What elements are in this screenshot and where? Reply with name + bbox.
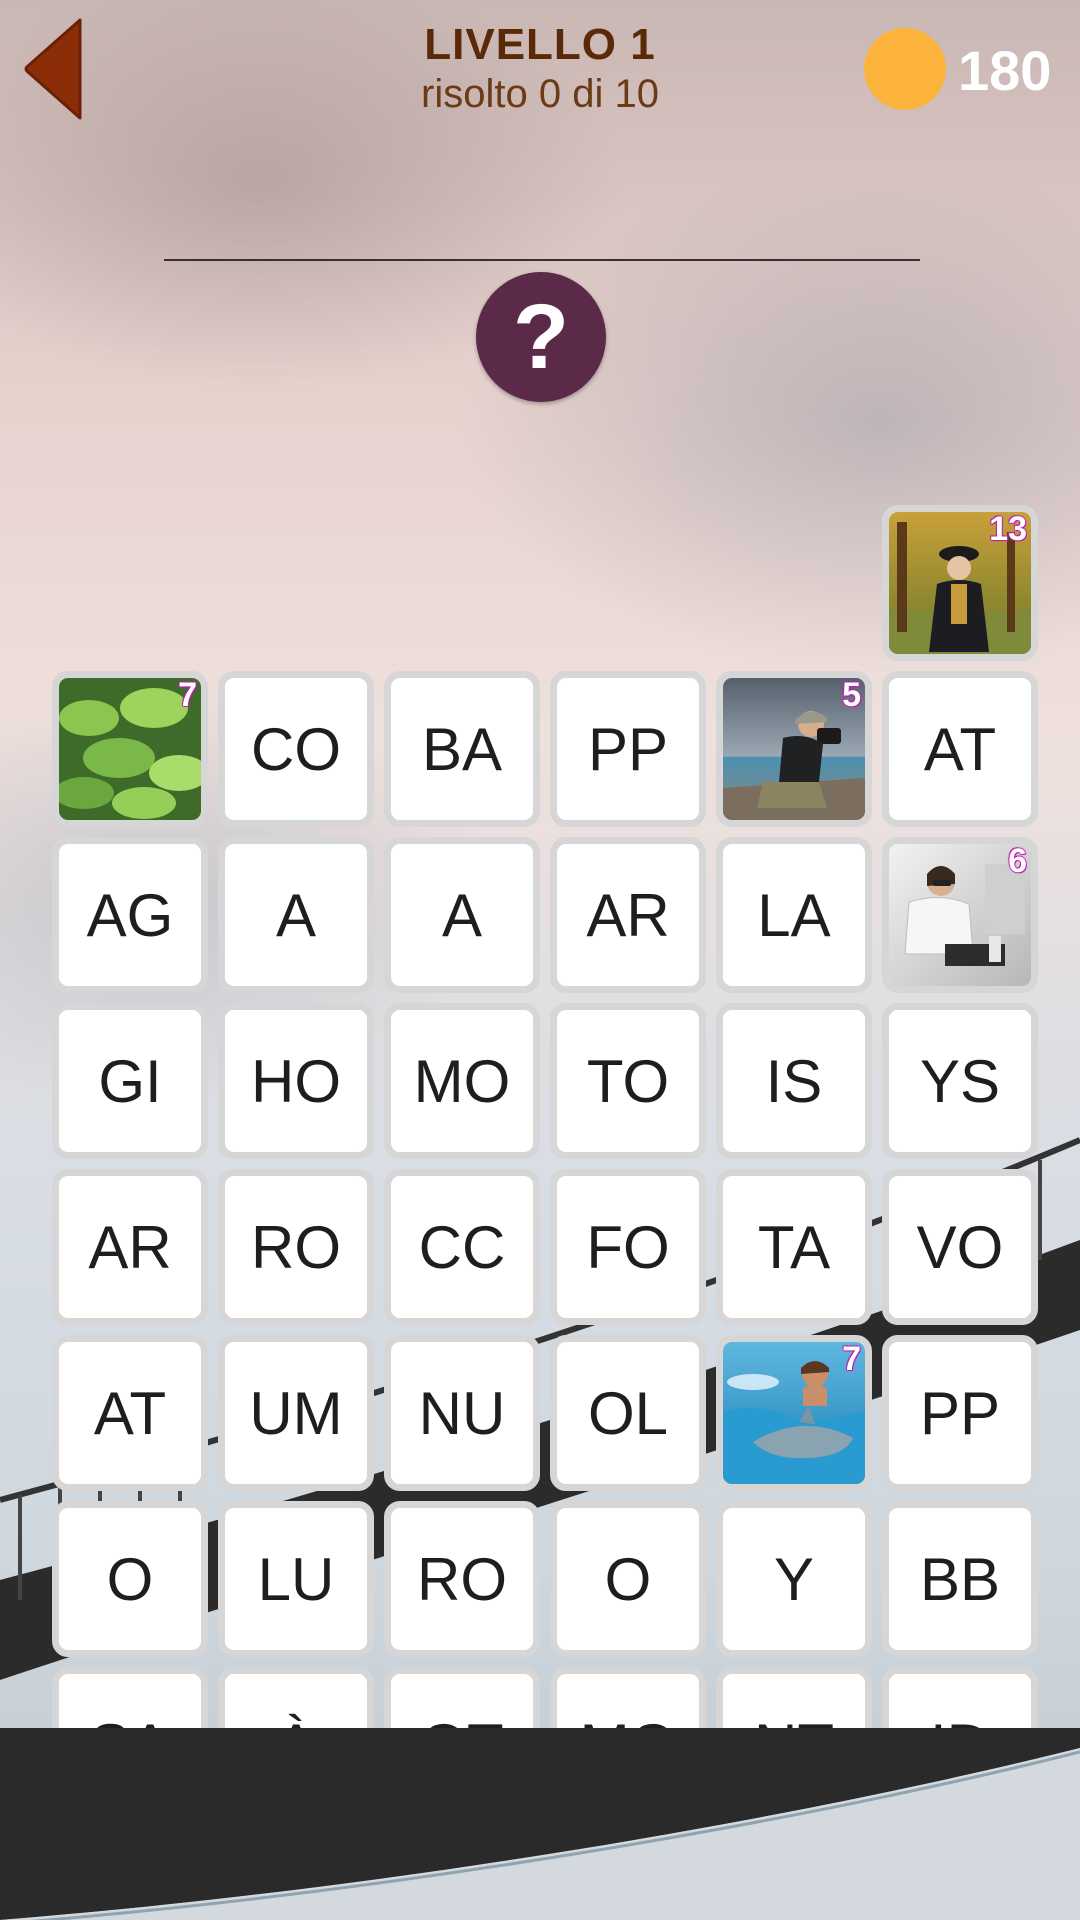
letter-tile[interactable]: A	[384, 837, 540, 993]
letter-tile[interactable]: UM	[218, 1335, 374, 1491]
letter-tile[interactable]: O	[550, 1501, 706, 1657]
word-length-badge: 13	[988, 510, 1027, 549]
letter-tile[interactable]: MO	[384, 1003, 540, 1159]
letter-tile[interactable]: NT	[716, 1667, 872, 1728]
letter-tile[interactable]: VO	[882, 1169, 1038, 1325]
photo-tile-photographer[interactable]: 5	[716, 671, 872, 827]
word-length-badge: 7	[841, 1340, 861, 1379]
letter-tile[interactable]: OT	[384, 1667, 540, 1728]
letter-tile[interactable]: ID	[882, 1667, 1038, 1728]
letter-tile[interactable]: NU	[384, 1335, 540, 1491]
letter-tile[interactable]: À	[218, 1667, 374, 1728]
letter-tile[interactable]: AT	[882, 671, 1038, 827]
letter-tile[interactable]: A	[218, 837, 374, 993]
letter-tile[interactable]: CC	[384, 1169, 540, 1325]
letter-tile[interactable]: BB	[882, 1501, 1038, 1657]
letter-tile[interactable]: RO	[218, 1169, 374, 1325]
letter-tile[interactable]: O	[52, 1501, 208, 1657]
letter-tile[interactable]: IS	[716, 1003, 872, 1159]
photo-tile-woman-victorian[interactable]: 13	[882, 505, 1038, 661]
letter-tile[interactable]: GI	[52, 1003, 208, 1159]
letter-tile[interactable]: FO	[550, 1169, 706, 1325]
letter-tile[interactable]: AR	[550, 837, 706, 993]
letter-tile[interactable]: LU	[218, 1501, 374, 1657]
letter-tile[interactable]: CO	[218, 671, 374, 827]
letter-tile[interactable]: AG	[52, 837, 208, 993]
letter-tile[interactable]: PP	[882, 1335, 1038, 1491]
letter-tile[interactable]: AT	[52, 1335, 208, 1491]
letter-tile[interactable]: AR	[52, 1169, 208, 1325]
word-length-badge: 5	[841, 676, 861, 715]
letter-tile[interactable]: LA	[716, 837, 872, 993]
letter-tile[interactable]: HO	[218, 1003, 374, 1159]
letter-tile[interactable]: TA	[716, 1169, 872, 1325]
letter-tile[interactable]: YS	[882, 1003, 1038, 1159]
letter-tile[interactable]: PP	[550, 671, 706, 827]
photo-tile-dolphin-swim[interactable]: 7	[716, 1335, 872, 1491]
word-length-badge: 7	[177, 676, 197, 715]
word-length-badge: 6	[1007, 842, 1027, 881]
letter-grid: 13 7 CO BA PP 5 AT AG A A AR LA 6 GI HO MO TO IS YS AR RO…	[0, 0, 1080, 1728]
letter-tile[interactable]: SA	[52, 1667, 208, 1728]
letter-tile[interactable]: Y	[716, 1501, 872, 1657]
photo-tile-tobacco-field[interactable]: 7	[52, 671, 208, 827]
letter-tile[interactable]: BA	[384, 671, 540, 827]
letter-tile[interactable]: TO	[550, 1003, 706, 1159]
bridge-deck	[0, 1728, 1080, 1920]
letter-tile[interactable]: RO	[384, 1501, 540, 1657]
letter-tile[interactable]: OL	[550, 1335, 706, 1491]
photo-tile-office-worker[interactable]: 6	[882, 837, 1038, 993]
letter-tile[interactable]: MO	[550, 1667, 706, 1728]
